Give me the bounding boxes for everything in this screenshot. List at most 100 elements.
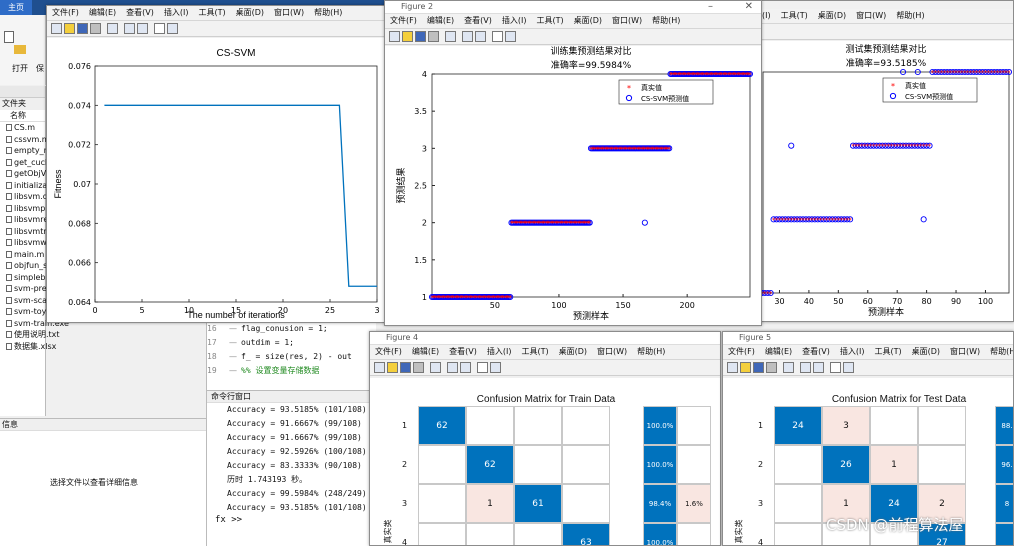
new-figure-icon[interactable] xyxy=(51,23,62,34)
menu-help[interactable]: 帮助(H) xyxy=(309,6,347,20)
y-tick-label: 0.072 xyxy=(68,141,91,150)
line-marker: — xyxy=(229,338,237,347)
print-icon[interactable] xyxy=(766,362,777,373)
figure3-menubar: (I) 工具(T) 桌面(D) 窗口(W) 帮助(H) xyxy=(757,9,1013,24)
menu-window[interactable]: 窗口(W) xyxy=(607,14,647,28)
menu-tools[interactable]: 工具(T) xyxy=(193,6,230,20)
menu-help[interactable]: 帮助(H) xyxy=(647,14,685,28)
open-icon[interactable] xyxy=(64,23,75,34)
property-icon[interactable] xyxy=(505,31,516,42)
print-icon[interactable] xyxy=(90,23,101,34)
colorbar-icon[interactable] xyxy=(447,362,458,373)
menu-view[interactable]: 查看(V) xyxy=(459,14,497,28)
menu-file[interactable]: 文件(F) xyxy=(385,14,422,28)
open-folder-icon[interactable] xyxy=(14,45,26,54)
link-icon[interactable] xyxy=(430,362,441,373)
y-axis-label: Fitness xyxy=(53,169,63,199)
open-icon[interactable] xyxy=(740,362,751,373)
close-icon[interactable]: ✕ xyxy=(745,1,753,12)
menu-tools[interactable]: 工具(T) xyxy=(516,345,553,359)
file-item[interactable]: 数据集.xlsx xyxy=(0,341,80,353)
colorbar-icon[interactable] xyxy=(800,362,811,373)
cm-cell: 1 xyxy=(870,445,918,484)
menu-tools[interactable]: 工具(T) xyxy=(531,14,568,28)
save-icon[interactable] xyxy=(77,23,88,34)
cm-row-label: 3 xyxy=(758,498,764,508)
file-item[interactable]: 使用说明.txt xyxy=(0,329,80,341)
menu-file[interactable]: 文件(F) xyxy=(370,345,407,359)
pointer-icon[interactable] xyxy=(830,362,841,373)
legend-icon[interactable] xyxy=(475,31,486,42)
figure2-menubar: 文件(F) 编辑(E) 查看(V) 插入(I) 工具(T) 桌面(D) 窗口(W… xyxy=(385,14,761,29)
new-icon[interactable] xyxy=(4,31,14,43)
legend-true-label: 真实值 xyxy=(641,83,662,92)
menu-edit[interactable]: 编辑(E) xyxy=(422,14,459,28)
save-icon[interactable] xyxy=(400,362,411,373)
new-figure-icon[interactable] xyxy=(374,362,385,373)
legend-icon[interactable] xyxy=(460,362,471,373)
open-icon[interactable] xyxy=(402,31,413,42)
editor-line: 16 — flag_conusion = 1; xyxy=(207,322,376,336)
menu-tools[interactable]: 工具(T) xyxy=(869,345,906,359)
print-icon[interactable] xyxy=(428,31,439,42)
new-figure-icon[interactable] xyxy=(727,362,738,373)
print-icon[interactable] xyxy=(413,362,424,373)
save-icon[interactable] xyxy=(753,362,764,373)
pointer-icon[interactable] xyxy=(154,23,165,34)
menu-help[interactable]: 帮助(H) xyxy=(632,345,670,359)
menu-desktop[interactable]: 桌面(D) xyxy=(813,9,851,23)
command-prompt[interactable]: fx >> xyxy=(215,515,242,525)
tab-home[interactable]: 主页 xyxy=(0,0,32,15)
cm-cell xyxy=(418,484,466,523)
open-label: 打开 xyxy=(12,64,28,73)
menu-help[interactable]: 帮助(H) xyxy=(985,345,1013,359)
menu-window[interactable]: 窗口(W) xyxy=(592,345,632,359)
link-icon[interactable] xyxy=(107,23,118,34)
colorbar-icon[interactable] xyxy=(462,31,473,42)
menu-edit[interactable]: 编辑(E) xyxy=(407,345,444,359)
x-tick-label: 80 xyxy=(922,297,932,306)
menu-file[interactable]: 文件(F) xyxy=(47,6,84,20)
menu-insert[interactable]: 插入(I) xyxy=(497,14,532,28)
y-tick-label: 0.076 xyxy=(68,62,91,71)
link-icon[interactable] xyxy=(783,362,794,373)
editor-line: 18 — f_ = size(res, 2) - out xyxy=(207,350,376,364)
menu-desktop[interactable]: 桌面(D) xyxy=(231,6,269,20)
property-icon[interactable] xyxy=(167,23,178,34)
menu-view[interactable]: 查看(V) xyxy=(444,345,482,359)
line-number: 16 xyxy=(207,324,217,333)
save-icon[interactable] xyxy=(415,31,426,42)
colorbar-icon[interactable] xyxy=(124,23,135,34)
menu-window[interactable]: 窗口(W) xyxy=(851,9,891,23)
menu-view[interactable]: 查看(V) xyxy=(121,6,159,20)
cm-cell xyxy=(418,445,466,484)
menu-insert[interactable]: 插入(I) xyxy=(835,345,870,359)
minimize-icon[interactable]: – xyxy=(708,1,713,12)
property-icon[interactable] xyxy=(490,362,501,373)
pointer-icon[interactable] xyxy=(492,31,503,42)
menu-edit[interactable]: 编辑(E) xyxy=(84,6,121,20)
open-icon[interactable] xyxy=(387,362,398,373)
menu-desktop[interactable]: 桌面(D) xyxy=(907,345,945,359)
menu-insert[interactable]: 插入(I) xyxy=(159,6,194,20)
menu-window[interactable]: 窗口(W) xyxy=(945,345,985,359)
menu-desktop[interactable]: 桌面(D) xyxy=(569,14,607,28)
menu-edit[interactable]: 编辑(E) xyxy=(760,345,797,359)
cm-cell xyxy=(514,445,562,484)
legend-icon[interactable] xyxy=(137,23,148,34)
new-figure-icon[interactable] xyxy=(389,31,400,42)
cm-cell xyxy=(418,523,466,545)
figure3-canvas: 测试集预测结果对比 准确率=93.5185% 预测样本 30 40 50 60 70 80 90 1… xyxy=(757,41,1013,321)
menu-help[interactable]: 帮助(H) xyxy=(891,9,929,23)
menu-tools[interactable]: 工具(T) xyxy=(776,9,813,23)
menu-window[interactable]: 窗口(W) xyxy=(269,6,309,20)
pointer-icon[interactable] xyxy=(477,362,488,373)
link-icon[interactable] xyxy=(445,31,456,42)
menu-insert[interactable]: 插入(I) xyxy=(482,345,517,359)
legend-icon[interactable] xyxy=(813,362,824,373)
menu-view[interactable]: 查看(V) xyxy=(797,345,835,359)
figure5-toolbar xyxy=(723,360,1013,376)
property-icon[interactable] xyxy=(843,362,854,373)
menu-desktop[interactable]: 桌面(D) xyxy=(554,345,592,359)
menu-file[interactable]: 文件(F) xyxy=(723,345,760,359)
